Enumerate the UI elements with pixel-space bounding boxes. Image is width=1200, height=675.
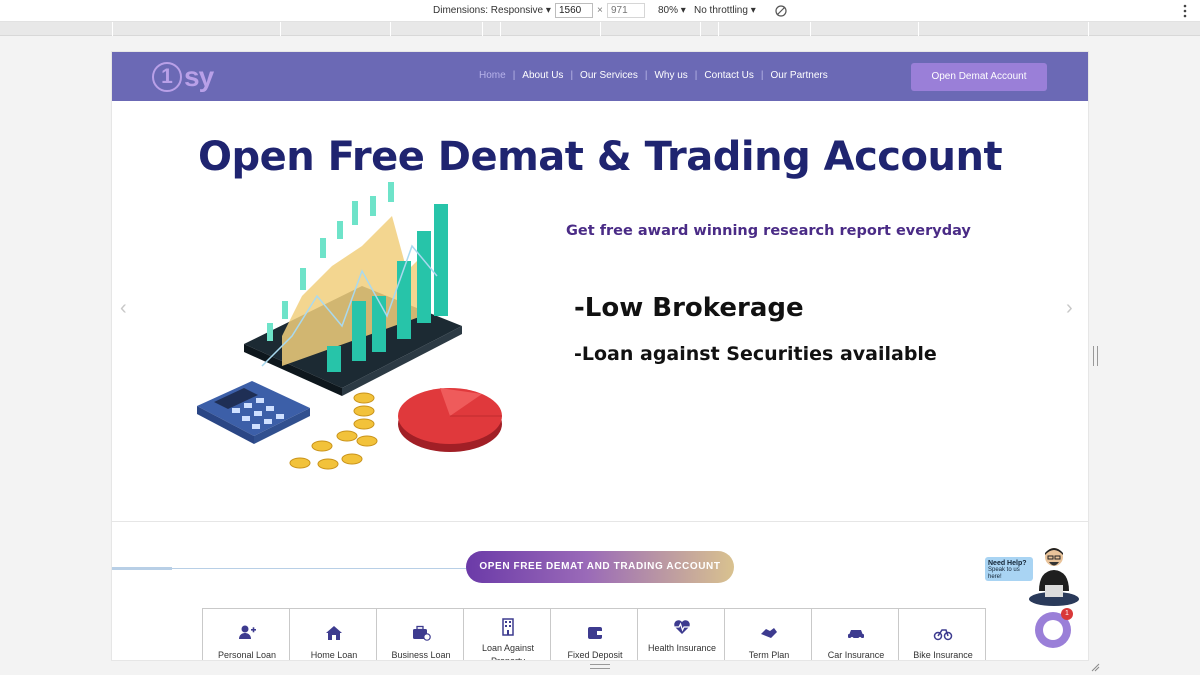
feature-loan-against-securities: -Loan against Securities available [574,343,937,365]
service-personal-loan[interactable]: Personal Loan [202,608,290,660]
service-label: Business Loan [391,650,451,660]
bicycle-icon [933,629,953,641]
service-term-plan[interactable]: Term Plan [724,608,812,660]
height-input[interactable] [607,3,645,18]
service-fixed-deposit[interactable]: Fixed Deposit [550,608,638,660]
service-health-insurance[interactable]: Health Insurance [637,608,725,660]
service-label: Car Insurance [827,650,885,660]
banner-headline: Open Free Demat & Trading Account [197,134,1003,180]
help-title: Need Help? [988,560,1027,567]
viewport-resize-handle-bottom[interactable] [590,664,610,669]
home-icon [326,626,342,640]
banner-subline: Get free award winning research report e… [566,223,971,239]
devtools-toolbar: Dimensions: Responsive ▾ × 80% ▾ No thro… [0,0,1200,22]
service-loan-against-property[interactable]: Loan Against Property [463,608,551,660]
service-car-insurance[interactable]: Car Insurance [811,608,899,660]
viewport-resize-handle-corner[interactable] [1090,662,1100,672]
nav-our-services[interactable]: Our Services [573,70,645,81]
banner-divider [112,521,1088,522]
rotate-icon[interactable] [774,4,788,18]
service-label: Personal Loan [217,650,277,660]
carousel-prev-icon[interactable]: ‹ [120,297,127,320]
dimensions-dropdown[interactable]: Dimensions: Responsive ▾ [433,5,551,16]
chat-bubble-icon [1043,620,1063,640]
building-icon [502,618,514,636]
service-label: Health Insurance [647,643,717,653]
briefcase-icon [413,625,431,641]
service-label: Bike Insurance [913,650,973,660]
service-label: Home Loan [310,650,358,660]
nav-home[interactable]: Home [472,70,513,81]
media-query-ruler[interactable] [0,22,1200,36]
help-subtitle: Speak to us here! [988,567,1020,580]
logo[interactable]: 1 sy [152,61,214,93]
car-icon [848,630,864,640]
services-grid: Personal Loan Home Loan Business Loan Lo… [202,608,986,660]
service-label: Loan Against Property [481,643,535,660]
hero-banner: Open Free Demat & Trading Account Get fr… [112,101,1088,570]
chat-unread-badge: 1 [1061,608,1073,620]
nav-contact-us[interactable]: Contact Us [697,70,760,81]
wallet-icon [588,627,602,639]
heartbeat-icon [674,620,690,634]
navbar: 1 sy Home | About Us | Our Services | Wh… [112,52,1088,101]
carousel-next-icon[interactable]: › [1066,297,1073,320]
user-plus-icon [239,625,256,639]
carousel-progress-fill [112,567,172,570]
service-business-loan[interactable]: Business Loan [376,608,464,660]
emulated-viewport: 1 sy Home | About Us | Our Services | Wh… [112,52,1088,660]
nav-about-us[interactable]: About Us [515,70,570,81]
service-home-loan[interactable]: Home Loan [289,608,377,660]
service-label: Term Plan [748,650,790,660]
viewport-resize-handle-right[interactable] [1093,346,1098,366]
service-label: Fixed Deposit [567,650,623,660]
feature-low-brokerage: -Low Brokerage [574,293,804,323]
logo-text: sy [184,61,214,92]
chat-launcher-button[interactable]: 1 [1035,608,1073,648]
nav-why-us[interactable]: Why us [647,70,694,81]
main-nav: Home | About Us | Our Services | Why us … [472,70,835,81]
handshake-icon [761,628,777,638]
trading-illustration [197,182,502,470]
service-bike-insurance[interactable]: Bike Insurance [898,608,986,660]
throttling-dropdown[interactable]: No throttling ▾ [694,5,756,16]
logo-mark: 1 [152,62,182,92]
zoom-dropdown[interactable]: 80% ▾ [658,5,686,16]
open-demat-account-button[interactable]: Open Demat Account [911,63,1047,91]
open-free-demat-button[interactable]: OPEN FREE DEMAT AND TRADING ACCOUNT [466,551,734,583]
times-sign: × [597,5,603,16]
width-input[interactable] [555,3,593,18]
kebab-menu-icon[interactable] [1182,3,1188,19]
support-agent-avatar [1029,548,1079,606]
nav-our-partners[interactable]: Our Partners [763,70,834,81]
